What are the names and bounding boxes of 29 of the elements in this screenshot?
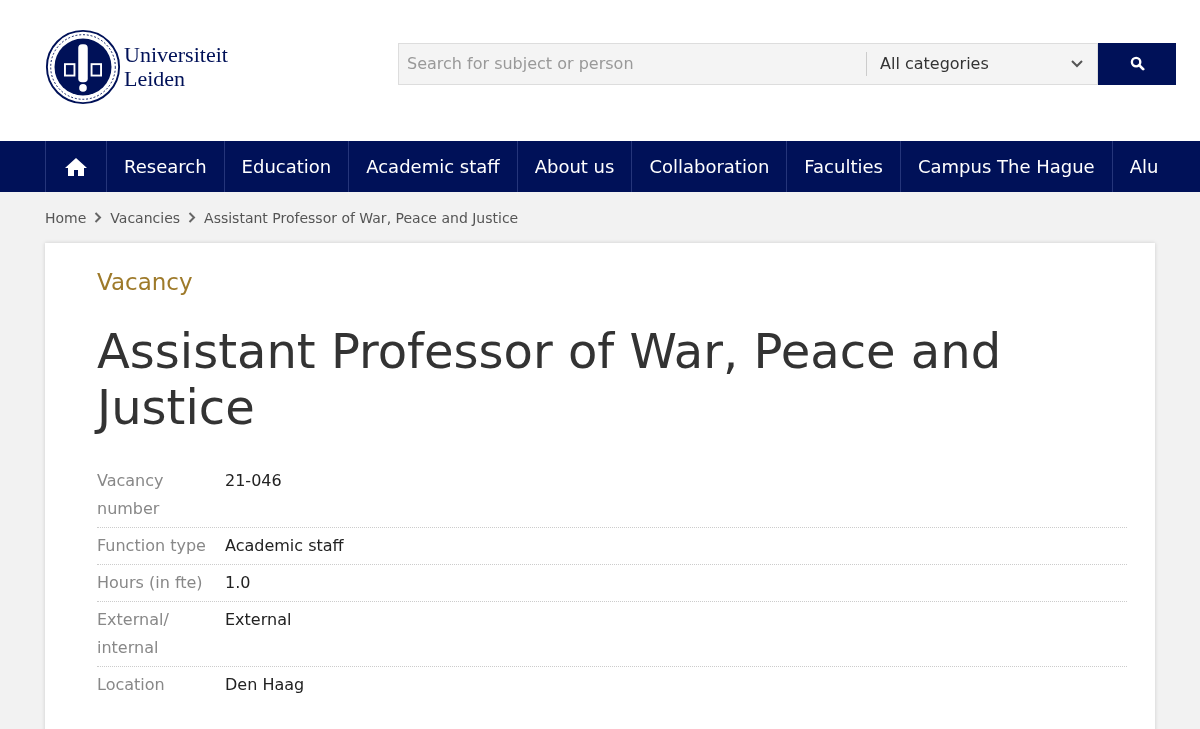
vacancy-label: Vacancy — [97, 269, 194, 295]
breadcrumb-link[interactable]: Vacancies — [110, 209, 181, 226]
home-icon — [64, 156, 88, 177]
detail-label: Function type — [97, 535, 207, 557]
detail-label: Vacancy number — [97, 470, 165, 520]
breadcrumb-link[interactable]: Home — [45, 209, 87, 226]
nav-link[interactable]: Collaboration — [631, 141, 787, 192]
nav-link[interactable]: Research — [106, 141, 224, 192]
detail-value: Academic staff — [225, 535, 345, 557]
nav-link[interactable]: Education — [223, 141, 349, 192]
breadcrumb-link[interactable]: Assistant Professor of War, Peace and Justice — [204, 209, 519, 226]
detail-label: Location — [97, 674, 166, 696]
nav-link[interactable]: Alu — [1111, 141, 1176, 192]
nav-link[interactable]: Campus The Hague — [899, 141, 1112, 192]
search-button[interactable] — [1098, 42, 1176, 85]
detail-label: External/ internal — [97, 609, 170, 659]
logo-text: Leiden — [124, 66, 187, 91]
chevron-right-icon — [94, 212, 103, 223]
detail-value: External — [225, 609, 293, 631]
detail-value: 21-046 — [225, 470, 283, 492]
nav-link[interactable]: Academic staff — [348, 141, 517, 192]
detail-value: 1.0 — [225, 572, 252, 594]
logo-text: Universiteit — [124, 42, 228, 67]
detail-label: Hours (in fte) — [97, 572, 204, 594]
chevron-right-icon — [188, 212, 197, 223]
nav-link[interactable]: Faculties — [786, 141, 900, 192]
detail-value: Den Haag — [225, 674, 306, 696]
nav-link[interactable]: About us — [516, 141, 632, 192]
search-icon — [1129, 56, 1145, 71]
